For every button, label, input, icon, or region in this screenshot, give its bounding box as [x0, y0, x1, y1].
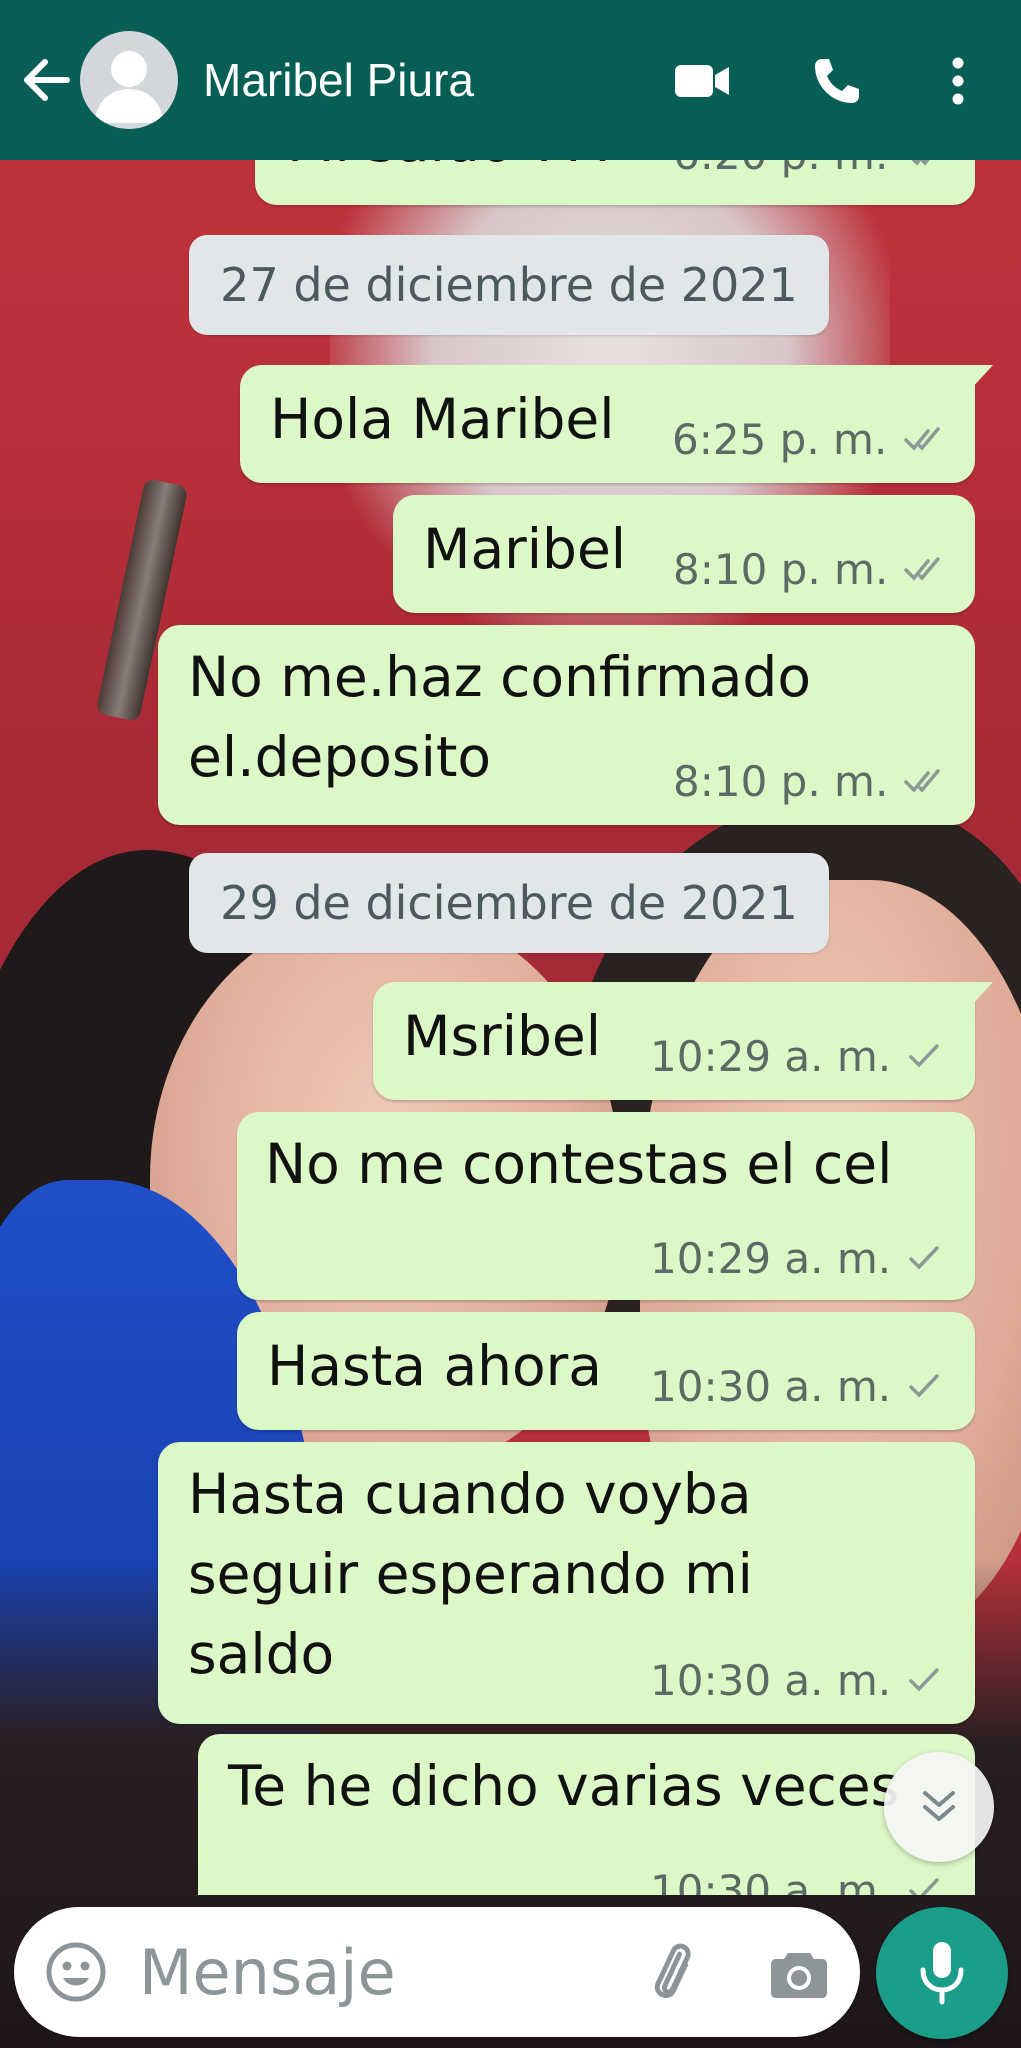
avatar[interactable]: [80, 31, 178, 129]
message-time: 10:30 a. m.: [650, 1656, 892, 1705]
message-text-line: No me.haz confirmado: [188, 645, 811, 709]
double-check-icon: [904, 427, 940, 451]
message-composer: [14, 1907, 860, 2037]
message-text-line: el.deposito: [188, 725, 492, 789]
message-time: 10:30 a. m.: [650, 1866, 892, 1895]
message-time: 10:29 a. m.: [650, 1234, 892, 1283]
message-bubble[interactable]: No me.haz confirmado el.deposito 8:10 p.…: [158, 625, 975, 825]
double-check-icon: [904, 557, 940, 581]
check-icon: [909, 1374, 939, 1398]
double-check-icon: [911, 160, 930, 166]
message-time: 6:20 p. m.: [673, 160, 888, 180]
contact-name[interactable]: Maribel Piura: [203, 52, 474, 108]
check-icon: [909, 1246, 939, 1270]
message-bubble[interactable]: Te he dicho varias veces 10:30 a. m.: [198, 1734, 975, 1895]
message-time: 10:29 a. m.: [650, 1032, 892, 1081]
message-time: 8:10 p. m.: [673, 545, 889, 594]
phone-icon[interactable]: [806, 50, 868, 112]
message-text-line: Hasta cuando voyba: [188, 1462, 752, 1526]
mic-icon: [920, 1942, 964, 2005]
message-time: 6:25 p. m.: [672, 415, 888, 464]
message-bubble[interactable]: No me contestas el cel 10:29 a. m.: [237, 1112, 975, 1300]
message-text: Hasta ahora: [267, 1334, 602, 1398]
check-icon: [909, 1044, 939, 1068]
message-text: No me contestas el cel: [265, 1132, 893, 1196]
check-icon: [909, 1878, 939, 1895]
attach-icon[interactable]: [642, 1941, 708, 2007]
whatsapp-chat-screen: Maribel Piura Mi saldo ??? 6:20 p. m. 27…: [0, 0, 1021, 2048]
double-check-icon: [904, 769, 940, 793]
message-input[interactable]: [139, 1929, 619, 2015]
message-text: Te he dicho varias veces: [228, 1754, 900, 1818]
message-text-line: seguir esperando mi: [188, 1542, 753, 1606]
more-vertical-icon[interactable]: [927, 50, 989, 112]
video-call-icon[interactable]: [671, 50, 733, 112]
mic-button[interactable]: [876, 1907, 1008, 2039]
scroll-to-bottom-button[interactable]: [884, 1752, 994, 1862]
message-bubble[interactable]: Msribel 10:29 a. m.: [373, 982, 993, 1100]
message-text: Hola Maribel: [270, 387, 615, 451]
message-bubble[interactable]: Hasta ahora 10:30 a. m.: [237, 1312, 975, 1430]
message-text: Maribel: [423, 517, 627, 581]
message-list[interactable]: Mi saldo ??? 6:20 p. m. 27 de diciembre …: [0, 160, 1021, 1895]
message-bubble[interactable]: Mi saldo ??? 6:20 p. m.: [255, 160, 975, 205]
message-bubble[interactable]: Maribel 8:10 p. m.: [393, 495, 975, 613]
message-time: 8:10 p. m.: [673, 757, 889, 806]
avatar-placeholder-icon: [94, 51, 164, 123]
message-time: 10:30 a. m.: [650, 1362, 892, 1411]
check-icon: [909, 1668, 939, 1692]
chat-header: Maribel Piura: [0, 0, 1021, 160]
message-text: Msribel: [403, 1004, 602, 1068]
chevron-double-down-icon: [923, 1791, 955, 1821]
message-text-line: saldo: [188, 1622, 335, 1686]
message-bubble[interactable]: Hasta cuando voyba seguir esperando mi s…: [158, 1442, 975, 1724]
date-separator: 27 de diciembre de 2021: [189, 235, 829, 335]
back-arrow-icon[interactable]: [16, 50, 76, 110]
date-separator: 29 de diciembre de 2021: [189, 853, 829, 953]
emoji-icon[interactable]: [44, 1940, 108, 2004]
message-bubble[interactable]: Hola Maribel 6:25 p. m.: [240, 365, 993, 483]
camera-icon[interactable]: [766, 1941, 832, 2007]
message-text: Mi saldo ???: [287, 160, 618, 182]
